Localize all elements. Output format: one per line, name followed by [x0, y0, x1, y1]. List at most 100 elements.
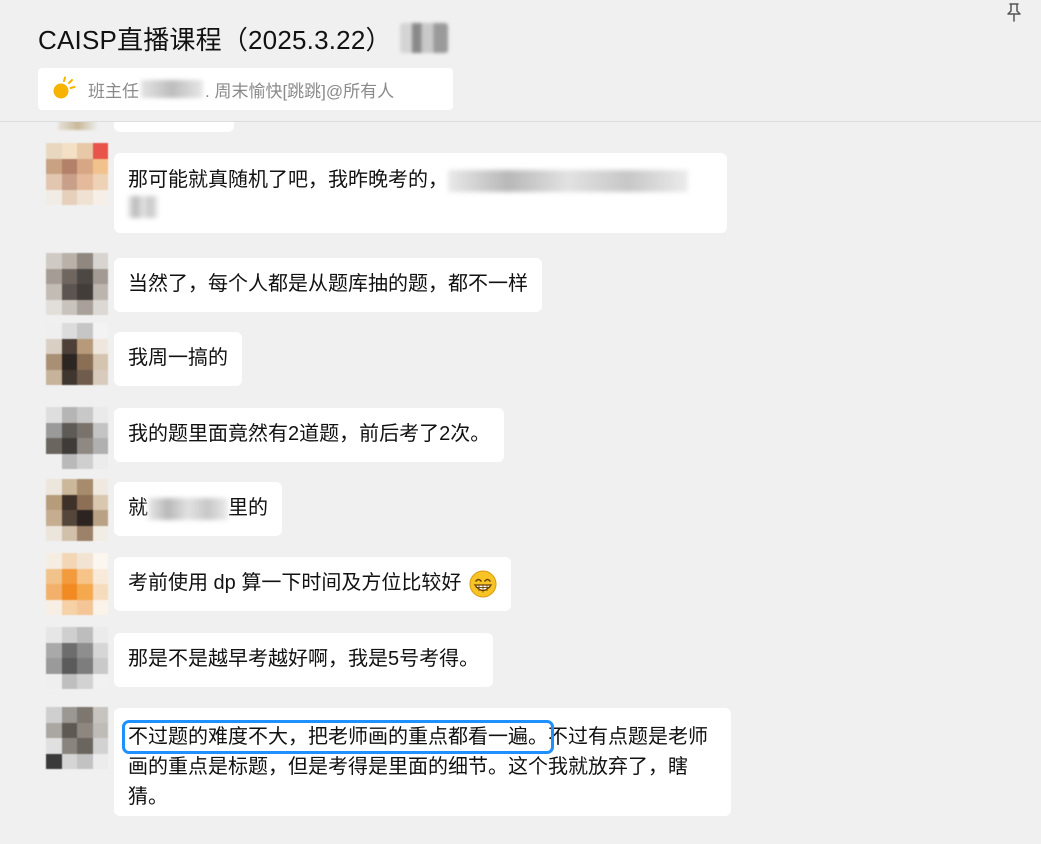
avatar-pixel [92, 568, 108, 584]
avatar-pixel [46, 738, 62, 754]
avatar-pixel [61, 599, 77, 615]
avatar-pixel [92, 510, 108, 526]
message-bubble[interactable]: 当然了，每个人都是从题库抽的题，都不一样 [114, 258, 542, 312]
message-bubble[interactable]: 考前使用 dp 算一下时间及方位比较好 [114, 557, 511, 611]
avatar-pixel [92, 422, 108, 438]
message-text: 我的题里面竟然有2道题，前后考了2次。 [128, 423, 491, 445]
avatar-pixel [46, 299, 62, 315]
redacted-text [148, 497, 228, 520]
avatar-pixel [92, 407, 108, 423]
group-announcement[interactable]: 班主任 . 周末愉快[跳跳]@所有人 [38, 68, 453, 110]
avatar-pixel [77, 553, 93, 569]
avatar-pixel [92, 299, 108, 315]
message-text: 考前使用 dp 算一下时间及方位比较好 [128, 572, 462, 594]
avatar-pixel [61, 407, 77, 423]
avatar-pixel [77, 407, 93, 423]
message-bubble[interactable]: 就 里的 [114, 482, 282, 536]
avatar-pixel [92, 438, 108, 454]
title-row: CAISP直播课程（2025.3.22） [38, 20, 448, 56]
avatar-pixel [61, 422, 77, 438]
avatar[interactable] [46, 407, 108, 469]
avatar-pixel [92, 253, 108, 269]
message-text: 我周一搞的 [128, 347, 228, 369]
avatar[interactable] [46, 143, 108, 205]
avatar-pixel [92, 627, 108, 643]
avatar-pixel [77, 323, 93, 339]
avatar-pixel [61, 174, 77, 190]
avatar-pixel [61, 494, 77, 510]
avatar-pixel [46, 369, 62, 385]
avatar-pixel [77, 438, 93, 454]
message-bubble[interactable]: 不过题的难度不大，把老师画的重点都看一遍。不过有点题是老师画的重点是标题，但是考… [114, 708, 731, 816]
sun-icon [53, 76, 76, 99]
avatar-pixel [46, 189, 62, 205]
announcement-text: . 周末愉快[跳跳]@所有人 [205, 81, 395, 101]
avatar-pixel [46, 627, 62, 643]
avatar-pixel [46, 268, 62, 284]
avatar[interactable] [46, 253, 108, 315]
highlighted-text: 不过题的难度不大，把老师画的重点都看一遍。 [122, 720, 554, 754]
avatar-pixel [61, 658, 77, 674]
message-bubble[interactable]: 那是不是越早考越好啊，我是5号考得。 [114, 633, 494, 687]
avatar-pixel [77, 627, 93, 643]
avatar-pixel [46, 158, 62, 174]
avatar-pixel [92, 158, 108, 174]
avatar-pixel [46, 584, 62, 600]
avatar-pixel [92, 143, 108, 159]
avatar-pixel [77, 707, 93, 723]
grinning-face-icon [469, 570, 497, 598]
avatar-pixel [92, 553, 108, 569]
avatar-pixel [46, 407, 62, 423]
avatar-pixel [61, 453, 77, 469]
avatar-pixel [46, 494, 62, 510]
chat-message-list[interactable]: 那可能就真随机了吧，我昨晚考的， 当然了，每个人都是从题库抽的题，都不一样 我周… [0, 0, 1041, 844]
chat-title: CAISP直播课程（2025.3.22） [38, 24, 392, 55]
avatar-pixel [77, 753, 93, 769]
avatar-pixel [92, 284, 108, 300]
avatar-pixel [61, 323, 77, 339]
avatar-pixel [61, 299, 77, 315]
message-bubble[interactable]: 我周一搞的 [114, 332, 242, 386]
avatar-pixel [61, 553, 77, 569]
avatar-pixel [92, 753, 108, 769]
avatar-pixel [92, 738, 108, 754]
avatar-pixel [77, 174, 93, 190]
avatar-pixel [77, 299, 93, 315]
announcement-prefix: 班主任 [88, 81, 139, 101]
message-text: 那是不是越早考越好啊，我是5号考得。 [128, 648, 480, 670]
pin-icon[interactable] [1005, 2, 1023, 22]
avatar[interactable] [46, 553, 108, 615]
avatar-pixel [46, 673, 62, 689]
avatar-pixel [77, 722, 93, 738]
avatar-pixel [46, 284, 62, 300]
avatar[interactable] [46, 323, 108, 385]
avatar-pixel [46, 422, 62, 438]
avatar-pixel [77, 338, 93, 354]
avatar-pixel [61, 642, 77, 658]
avatar-pixel [61, 143, 77, 159]
avatar-pixel [61, 369, 77, 385]
redacted-text [448, 169, 688, 192]
message-bubble[interactable]: 我的题里面竟然有2道题，前后考了2次。 [114, 408, 505, 462]
avatar[interactable] [46, 707, 108, 769]
avatar-pixel [92, 479, 108, 495]
avatar-pixel [61, 268, 77, 284]
avatar-pixel [92, 707, 108, 723]
avatar-pixel [61, 189, 77, 205]
avatar-pixel [77, 658, 93, 674]
avatar-pixel [61, 338, 77, 354]
redacted-text [128, 195, 158, 218]
avatar-pixel [77, 494, 93, 510]
avatar-pixel [46, 453, 62, 469]
avatar-pixel [77, 479, 93, 495]
avatar-pixel [46, 479, 62, 495]
message-bubble[interactable]: 那可能就真随机了吧，我昨晚考的， [114, 153, 727, 233]
avatar-pixel [92, 354, 108, 370]
avatar[interactable] [46, 479, 108, 541]
avatar[interactable] [46, 627, 108, 689]
avatar-pixel [46, 753, 62, 769]
avatar-pixel [46, 510, 62, 526]
avatar-pixel [46, 253, 62, 269]
avatar-pixel [77, 253, 93, 269]
avatar-pixel [46, 174, 62, 190]
